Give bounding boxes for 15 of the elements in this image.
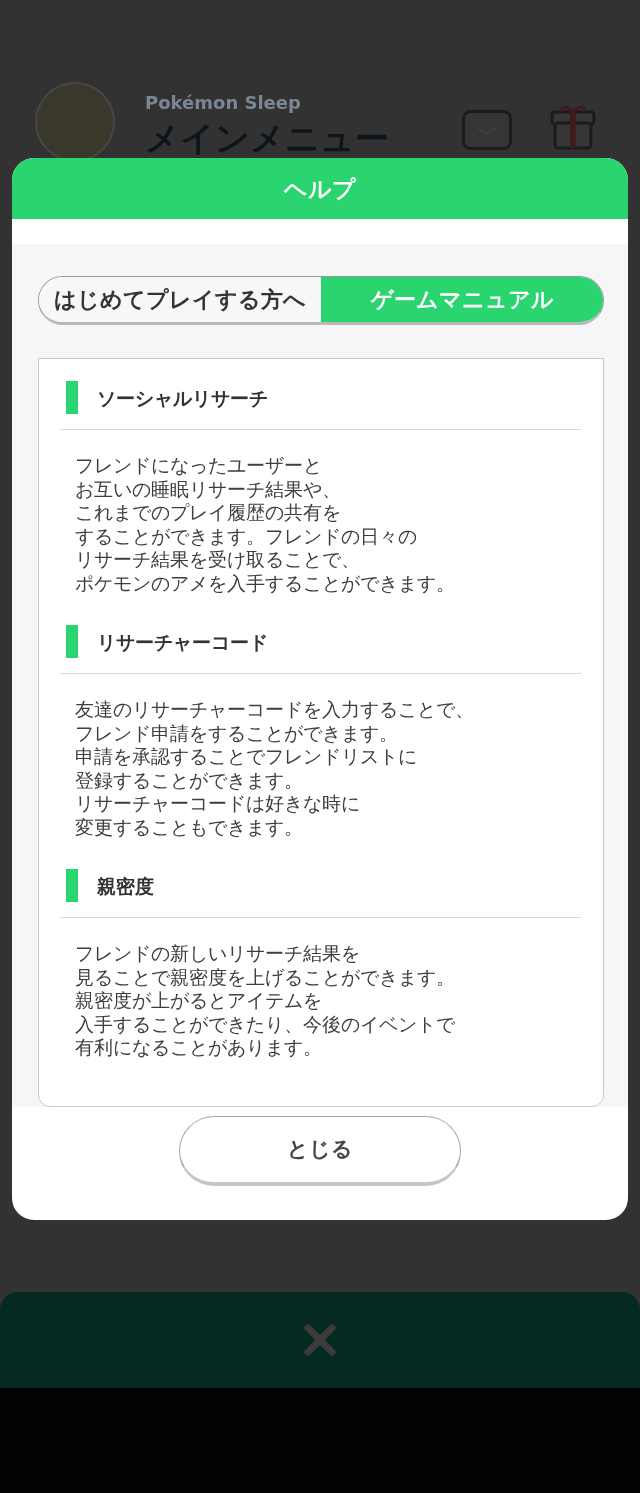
heading-marker-icon <box>66 381 78 414</box>
heading-marker-icon <box>66 869 78 902</box>
close-icon[interactable] <box>304 1324 336 1356</box>
close-bar-button[interactable] <box>0 1292 640 1388</box>
section-heading: リサーチャーコード <box>97 629 268 655</box>
section-text: フレンドになったユーザーと お互いの睡眠リサーチ結果や、 これまでのプレイ履歴の共有を することができます。フレンドの日々の リサーチ結果を受け取ることで、 ポケモンのアメを入手することができます。 <box>75 454 456 595</box>
section-heading: ソーシャルリサーチ <box>97 385 268 411</box>
gift-icon[interactable] <box>550 103 596 150</box>
dialog-title: ヘルプ <box>284 174 356 204</box>
heading-marker-icon <box>66 625 78 658</box>
close-button[interactable]: とじる <box>179 1116 461 1186</box>
section-text: フレンドの新しいリサーチ結果を 見ることで親密度を上げることができます。 親密度が上がるとアイテムを 入手することができたり、今後のイベントで 有利になることがあります。 <box>75 942 456 1060</box>
section-heading: 親密度 <box>97 873 154 899</box>
app-name: Pokémon Sleep <box>145 91 302 115</box>
section-text: 友達のリサーチャーコードを入力することで、 フレンド申請をすることができます。 申請を承認することでフレンドリストに 登録することができます。 リサーチャーコードは好きな時に 変更することもできます。 <box>75 698 475 839</box>
